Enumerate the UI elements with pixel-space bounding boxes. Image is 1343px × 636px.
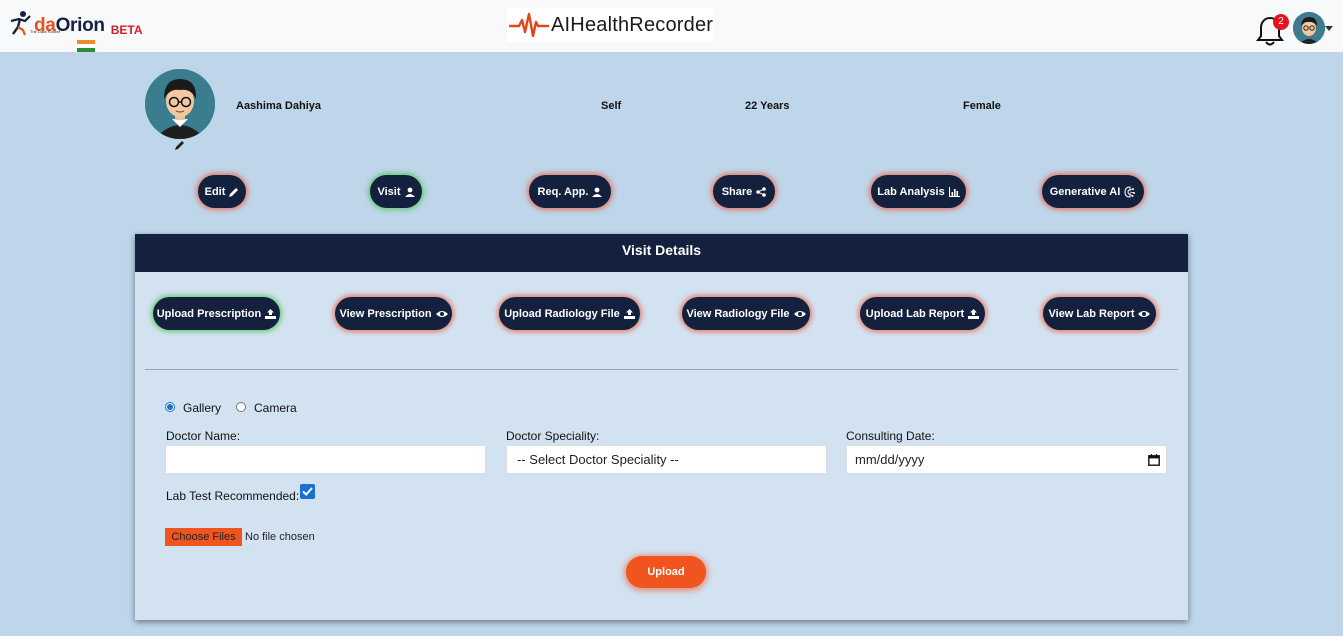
profile-name: Aashima Dahiya — [236, 100, 321, 112]
doctor-name-label: Doctor Name: — [166, 429, 241, 443]
edit-button[interactable]: Edit — [198, 175, 246, 208]
consulting-date-label: Consulting Date: — [846, 429, 935, 443]
top-bar: daOrion BETA The Data Rocket AIHealthRec… — [0, 0, 1343, 52]
edit-avatar-pencil-icon[interactable] — [174, 139, 186, 151]
upload-lab-report-button[interactable]: Upload Lab Report — [860, 297, 985, 330]
ai-icon — [1124, 185, 1136, 198]
notification-count-badge: 2 — [1273, 14, 1289, 30]
view-lab-report-button[interactable]: View Lab Report — [1043, 297, 1156, 330]
profile-avatar — [145, 69, 215, 139]
upload-radiology-file-button[interactable]: Upload Radiology File — [499, 297, 640, 330]
eye-icon — [793, 310, 806, 317]
view-prescription-button[interactable]: View Prescription — [335, 297, 452, 330]
profile-gender: Female — [963, 100, 1001, 112]
gallery-radio[interactable] — [165, 402, 175, 412]
pencil-icon — [229, 187, 239, 197]
user-avatar-icon — [1293, 12, 1325, 44]
beta-badge: BETA — [110, 23, 143, 37]
consulting-date-input[interactable]: mm/dd/yyyy — [846, 445, 1167, 474]
user-doctor-icon — [592, 187, 603, 197]
gallery-radio-label: Gallery — [183, 401, 222, 415]
doctor-speciality-select[interactable]: -- Select Doctor Speciality -- — [506, 445, 827, 474]
date-placeholder: mm/dd/yyyy — [855, 452, 925, 467]
upload-icon — [623, 308, 635, 319]
upload-prescription-button[interactable]: Upload Prescription — [153, 297, 280, 330]
doctor-name-input[interactable] — [165, 445, 486, 474]
lab-test-recommended-checkbox[interactable] — [300, 484, 315, 499]
eye-icon — [435, 310, 448, 317]
profile-relation: Self — [601, 100, 622, 112]
choose-files-button[interactable]: Choose Files — [165, 528, 242, 546]
share-button[interactable]: Share — [713, 175, 775, 208]
upload-icon — [968, 308, 980, 319]
lab-test-recommended-label: Lab Test Recommended: — [166, 489, 300, 503]
lab-analysis-button[interactable]: Lab Analysis — [871, 175, 966, 208]
doctor-speciality-label: Doctor Speciality: — [506, 429, 600, 443]
visit-button[interactable]: Visit — [370, 175, 422, 208]
upload-button[interactable]: Upload — [626, 556, 706, 588]
user-avatar[interactable] — [1293, 12, 1325, 44]
heartbeat-icon — [509, 12, 549, 38]
user-menu-caret-icon[interactable] — [1325, 26, 1333, 31]
brand-tagline: The Data Rocket — [30, 29, 61, 34]
page-scrollbar[interactable] — [1336, 52, 1343, 636]
camera-radio[interactable] — [236, 402, 246, 412]
section-divider — [145, 369, 1178, 370]
request-appointment-button[interactable]: Req. App. — [529, 175, 611, 208]
app-name: AIHealthRecorder — [551, 13, 714, 36]
profile-age: 22 Years — [745, 100, 790, 112]
share-icon — [756, 186, 767, 197]
profile-avatar-icon — [145, 69, 215, 139]
camera-radio-label: Camera — [254, 401, 297, 415]
app-logo[interactable]: AIHealthRecorder — [507, 8, 714, 42]
checkmark-icon — [302, 487, 313, 496]
eye-icon — [1138, 310, 1151, 317]
india-flag-icon — [77, 40, 95, 52]
view-radiology-file-button[interactable]: View Radiology File — [682, 297, 810, 330]
visit-details-card: Visit Details Upload Prescription View P… — [135, 234, 1188, 620]
brand-logo[interactable]: daOrion BETA — [8, 10, 143, 37]
upload-icon — [265, 308, 277, 319]
calendar-icon[interactable] — [1148, 454, 1160, 466]
no-file-chosen-text: No file chosen — [245, 531, 315, 543]
visit-details-title: Visit Details — [135, 234, 1188, 272]
generative-ai-button[interactable]: Generative AI — [1042, 175, 1144, 208]
runner-logo-icon — [10, 11, 31, 36]
user-doctor-icon — [404, 187, 415, 197]
bar-chart-icon — [948, 186, 960, 197]
